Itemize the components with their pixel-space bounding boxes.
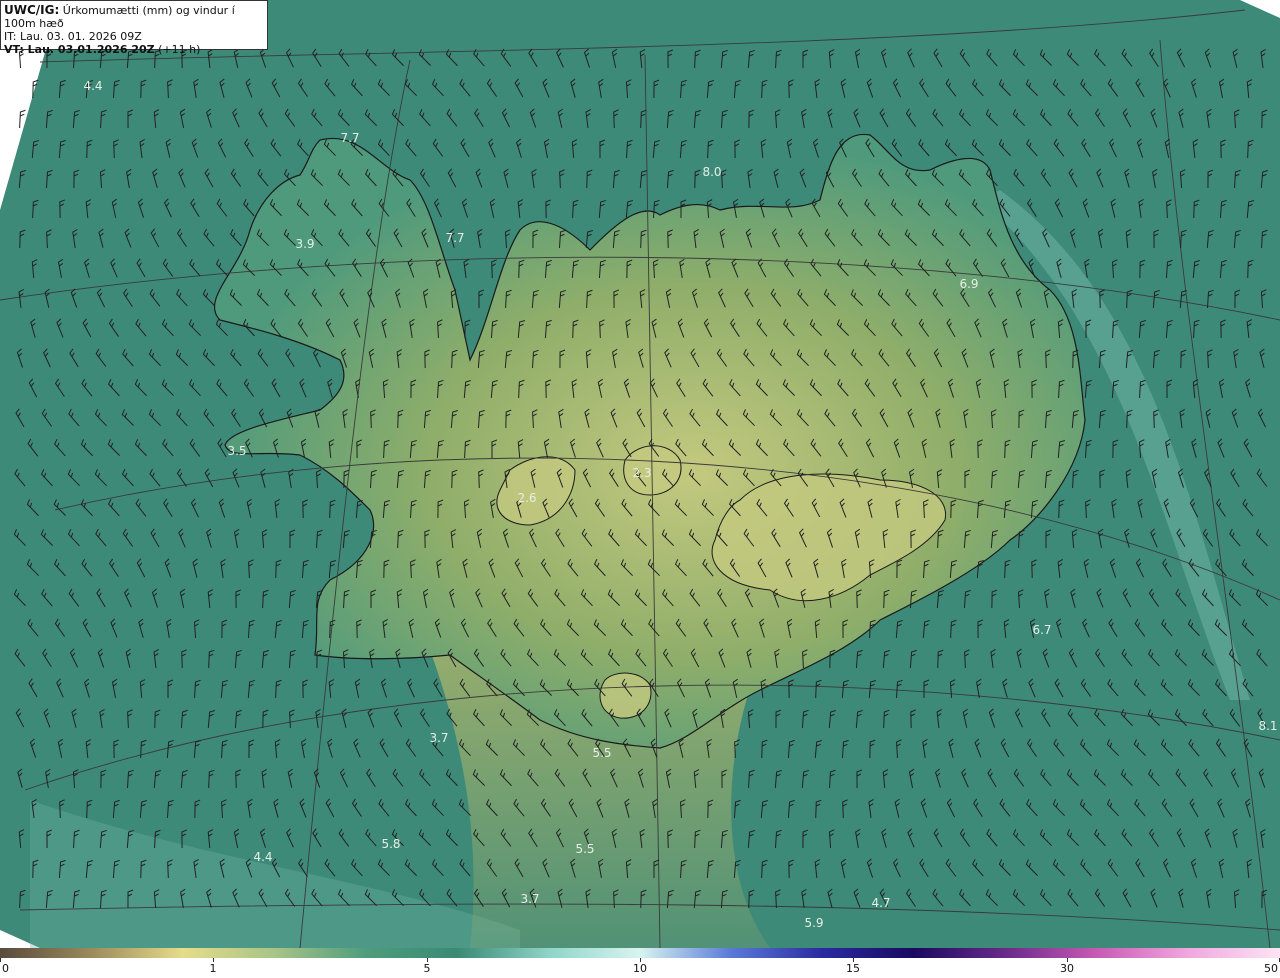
map-svg: 4.4 7.7 3.9 7.7 8.0 6.9 3.5 2.6 2.3 6.7 8.1 3.7 5.5 4… [0, 0, 1280, 948]
model-name: UWC/IG: [4, 3, 60, 17]
value-label: 6.9 [959, 277, 978, 291]
colorbar-tick-label: 10 [633, 962, 647, 975]
value-label: 2.3 [632, 466, 651, 480]
colorbar [0, 948, 1280, 958]
value-label: 5.9 [804, 916, 823, 930]
initial-time: IT: Lau. 03. 01. 2026 09Z [4, 30, 142, 43]
value-label: 4.4 [83, 79, 102, 93]
value-label: 5.8 [381, 837, 400, 851]
colorbar-tick-label: 50 [1264, 962, 1278, 975]
value-label: 4.7 [871, 896, 890, 910]
value-label: 3.5 [227, 444, 246, 458]
forecast-map: 4.4 7.7 3.9 7.7 8.0 6.9 3.5 2.6 2.3 6.7 8.1 3.7 5.5 4… [0, 0, 1280, 948]
colorbar-labels: 0 1 5 10 15 30 50 [0, 962, 1280, 978]
colorbar-tick-label: 1 [209, 962, 217, 975]
valid-time-line: VT: Lau. 03.01.2026 20Z (+11 h) [4, 43, 264, 56]
colorbar-tick-label: 15 [846, 962, 860, 975]
value-label: 5.5 [592, 746, 611, 760]
value-label: 3.7 [520, 892, 539, 906]
value-label: 4.4 [253, 850, 272, 864]
colorbar-tick-label: 30 [1060, 962, 1074, 975]
colorbar-tick-label: 0 [2, 962, 9, 975]
value-label: 8.1 [1258, 719, 1277, 733]
info-panel: UWC/IG: Úrkomumætti (mm) og vindur í 100… [0, 0, 268, 56]
value-label: 7.7 [445, 231, 464, 245]
valid-time: VT: Lau. 03.01.2026 20Z [4, 43, 155, 56]
value-label: 5.5 [575, 842, 594, 856]
colorbar-tick-label: 5 [423, 962, 431, 975]
value-label: 3.7 [429, 731, 448, 745]
title-line: UWC/IG: Úrkomumætti (mm) og vindur í 100… [4, 3, 264, 31]
forecast-lead: (+11 h) [154, 43, 201, 56]
value-label: 6.7 [1032, 623, 1051, 637]
value-label: 7.7 [340, 131, 359, 145]
value-label: 2.6 [517, 491, 536, 505]
value-label: 3.9 [295, 237, 314, 251]
glacier-myrdalsjokull [599, 672, 652, 719]
value-label: 8.0 [702, 165, 721, 179]
